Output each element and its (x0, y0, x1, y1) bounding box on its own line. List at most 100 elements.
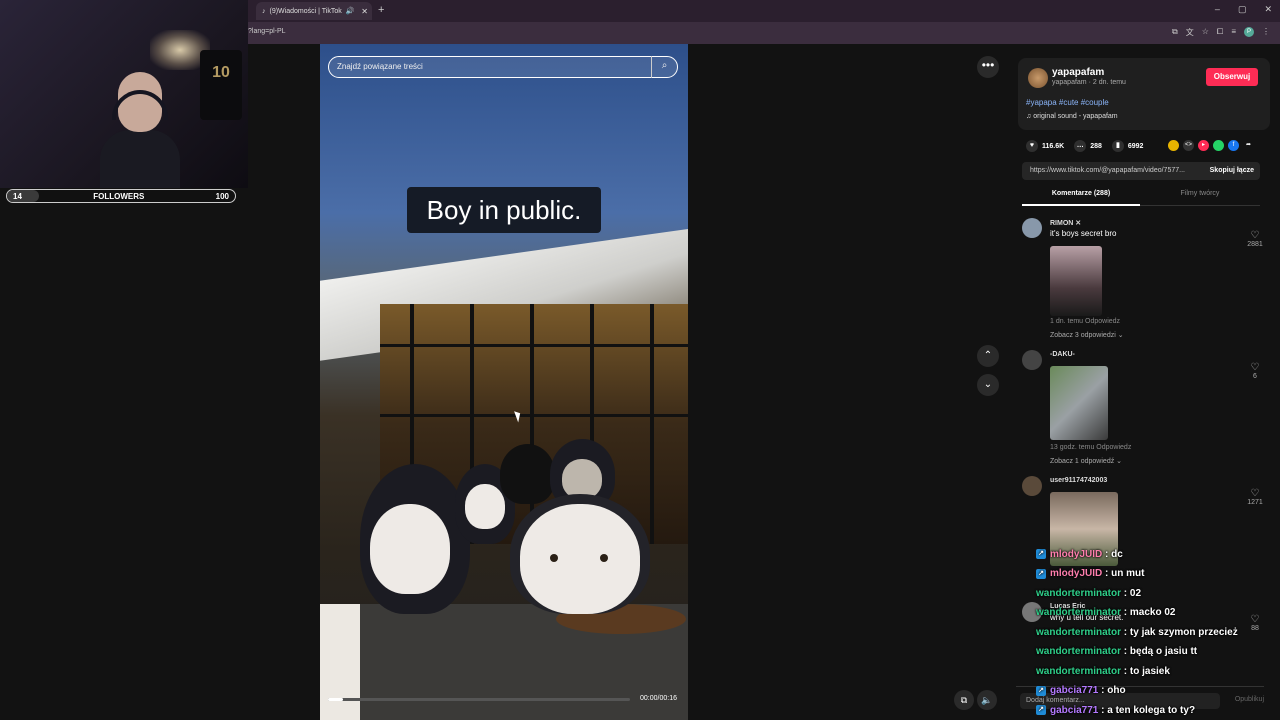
facebook-icon[interactable]: f (1228, 140, 1239, 151)
comment-meta[interactable]: 13 godz. temu Odpowiedz (1050, 444, 1131, 451)
chat-message: ↗ gabcia771 : a ten kolega to ty? (1036, 700, 1195, 720)
address-bar[interactable]: ?lang=pl-PL ⧉ 文 ☆ ⧠ ≡ P ⋮ (248, 22, 1280, 44)
profile-avatar-icon[interactable]: P (1244, 27, 1254, 37)
commenter-avatar[interactable] (1022, 350, 1042, 370)
chat-username: wandorterminator (1036, 646, 1122, 657)
commenter-name[interactable]: -DAKU- (1050, 351, 1075, 358)
close-tab-icon[interactable]: ✕ (361, 7, 368, 16)
video-search-input[interactable]: Znajdź powiązane treści ⌕ (328, 56, 678, 78)
chat-text: : un mut (1102, 568, 1145, 579)
post-stats: ♥ 116.6K … 288 ▮ 6992 (1026, 140, 1143, 152)
send-icon[interactable]: ▸ (1198, 140, 1209, 151)
commenter-name[interactable]: RIMON ✕ (1050, 219, 1081, 227)
tab-creator-videos[interactable]: Filmy twórcy (1140, 190, 1260, 197)
chat-message: ↗ mlodyJUID : un mut (1036, 564, 1144, 584)
browser-menu-icon[interactable]: ⋮ (1262, 27, 1270, 38)
comment-image[interactable] (1050, 366, 1108, 440)
audio-icon[interactable]: 🔊 (346, 7, 355, 15)
bookmark-icon[interactable]: ▮ (1111, 140, 1124, 152)
url-text[interactable]: ?lang=pl-PL (248, 28, 286, 35)
browser-tab[interactable]: ♪ (9)Wiadomości | TikTok 🔊 ✕ (256, 2, 372, 20)
jersey-on-wall: 10 (200, 50, 242, 120)
heart-outline-icon[interactable]: ♡ (1244, 230, 1266, 241)
heart-outline-icon[interactable]: ♡ (1244, 614, 1266, 625)
chat-badge-icon: ↗ (1036, 568, 1046, 579)
view-replies-link[interactable]: Zobacz 1 odpowiedź ⌄ (1050, 457, 1122, 465)
chat-username: mlodyJUID (1050, 568, 1103, 579)
minimize-button[interactable]: – (1215, 4, 1220, 15)
tiktok-icon: ♪ (262, 7, 266, 15)
save-stat[interactable]: ▮ 6992 (1111, 140, 1143, 152)
bookmark-star-icon[interactable]: ☆ (1202, 27, 1209, 38)
chat-username: gabcia771 (1050, 685, 1099, 696)
post-sound[interactable]: ♫ original sound - yapapafam (1026, 113, 1118, 120)
commenter-avatar[interactable] (1022, 476, 1042, 496)
author-username[interactable]: yapapafam (1052, 67, 1104, 78)
comment-icon[interactable]: … (1074, 140, 1087, 152)
chat-text: : 02 (1121, 587, 1142, 599)
comment-like[interactable]: ♡ 1271 (1244, 488, 1266, 506)
commenter-avatar[interactable] (1022, 218, 1042, 238)
search-icon[interactable]: ⌕ (651, 56, 677, 78)
webcam-overlay: 10 (0, 0, 248, 188)
maximize-button[interactable]: ▢ (1238, 4, 1247, 15)
video-progress-bar[interactable] (328, 698, 630, 701)
previous-video-button[interactable]: ⌃ (977, 345, 999, 367)
comment-meta[interactable]: 1 dn. temu Odpowiedz (1050, 318, 1120, 325)
followers-current: 14 (13, 191, 22, 201)
streamer (100, 72, 180, 188)
chat-text: : to jasiek (1121, 665, 1170, 677)
follow-button[interactable]: Obserwuj (1206, 68, 1258, 86)
volume-icon: 🔈 (981, 695, 993, 705)
share-arrow-icon[interactable]: ➦ (1243, 140, 1254, 151)
chat-text: : oho (1098, 685, 1126, 696)
new-tab-button[interactable]: + (378, 4, 384, 16)
like-stat[interactable]: ♥ 116.6K (1026, 140, 1064, 152)
comment-image[interactable] (1050, 246, 1102, 316)
next-video-button[interactable]: ⌄ (977, 374, 999, 396)
panel-tabs: Komentarze (288) Filmy twórcy (1022, 184, 1260, 206)
publish-button[interactable]: Opublikuj (1235, 696, 1264, 703)
streamer-body (100, 130, 180, 188)
post-hashtags[interactable]: #yapapa #cute #couple (1026, 98, 1109, 107)
followers-label: FOLLOWERS (93, 191, 145, 201)
comment-item: RIMON ✕ it's boys secret bro 1 dn. temu … (1022, 218, 1266, 346)
more-options-button[interactable]: ••• (977, 56, 999, 78)
whatsapp-icon[interactable] (1213, 140, 1224, 151)
volume-button[interactable]: 🔈 (977, 690, 997, 710)
video-link-field[interactable]: https://www.tiktok.com/@yapapafam/video/… (1022, 162, 1260, 180)
translate-icon[interactable]: 文 (1186, 27, 1194, 38)
chat-message: wandorterminator : to jasiek (1036, 661, 1170, 681)
hooded-cats (360, 434, 650, 614)
tab-comments[interactable]: Komentarze (288) (1022, 190, 1140, 197)
close-window-button[interactable]: ✕ (1264, 4, 1272, 15)
comment-like[interactable]: ♡ 6 (1244, 362, 1266, 380)
cast-icon[interactable]: ⧉ (1172, 27, 1178, 38)
chat-message: wandorterminator : 02 (1036, 583, 1141, 603)
pip-button[interactable]: ⧉ (954, 690, 974, 710)
comment-like[interactable]: ♡ 88 (1244, 614, 1266, 632)
chat-badge-icon: ↗ (1036, 705, 1046, 715)
chat-text: : będą o jasiu tt (1121, 646, 1198, 657)
chat-text: : ty jak szymon przecież (1121, 626, 1238, 638)
video-time: 00:00/00:16 (640, 695, 677, 702)
share-icons: <> ▸ f ➦ (1168, 140, 1254, 151)
heart-outline-icon[interactable]: ♡ (1244, 488, 1266, 499)
comment-stat[interactable]: … 288 (1074, 140, 1102, 152)
video-player[interactable]: Znajdź powiązane treści ⌕ Boy in public.… (320, 44, 688, 720)
heart-icon[interactable]: ♥ (1026, 140, 1038, 152)
tab-search-icon[interactable]: ≡ (1231, 27, 1236, 38)
commenter-name[interactable]: user91174742003 (1050, 477, 1107, 484)
chat-username: wandorterminator (1036, 587, 1122, 599)
comment-like[interactable]: ♡ 2881 (1244, 230, 1266, 248)
view-replies-link[interactable]: Zobacz 3 odpowiedzi ⌄ (1050, 331, 1124, 339)
copy-link-button[interactable]: Skopiuj łącze (1210, 162, 1254, 180)
chat-message: wandorterminator : macko 02 (1036, 603, 1176, 623)
repost-icon[interactable] (1168, 140, 1179, 151)
extensions-icon[interactable]: ⧠ (1217, 27, 1223, 38)
author-avatar[interactable] (1028, 68, 1048, 88)
author-subline: yapapafam · 2 dn. temu (1052, 79, 1126, 86)
chat-username: wandorterminator (1036, 665, 1122, 677)
heart-outline-icon[interactable]: ♡ (1244, 362, 1266, 373)
embed-icon[interactable]: <> (1183, 140, 1194, 151)
